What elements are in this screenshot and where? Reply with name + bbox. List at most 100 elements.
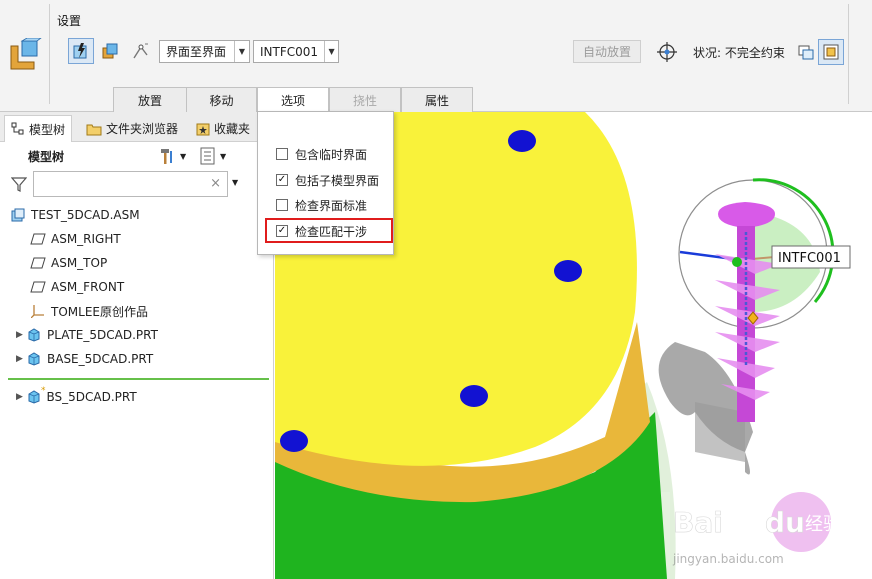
tab-favorites[interactable]: 收藏夹 (190, 115, 256, 142)
red-highlight-box (265, 218, 393, 243)
clear-icon[interactable]: × (210, 176, 221, 191)
svg-text:du: du (765, 506, 805, 539)
tab-label: 收藏夹 (214, 122, 251, 136)
watermark-url: jingyan.baidu.com (673, 552, 784, 566)
tab-label: 模型树 (29, 122, 66, 137)
constraint-lightning-icon (73, 43, 87, 59)
ribbon-separator (848, 4, 849, 104)
tree-item-datum[interactable]: ASM_RIGHT (30, 228, 121, 250)
model-tree-title: 模型树 (28, 150, 65, 164)
checkbox-unchecked[interactable] (276, 199, 288, 211)
assembly-window-icon (823, 44, 839, 60)
tab-placement[interactable]: 放置 (113, 87, 187, 112)
new-part-asterisk-icon: * (41, 386, 46, 396)
insert-here-line (8, 378, 269, 380)
filter-icon[interactable] (11, 176, 27, 192)
hole (280, 430, 308, 452)
window-icon (798, 45, 814, 60)
option-label: 检查界面标准 (295, 198, 368, 213)
auto-place-button[interactable]: 自动放置 (573, 40, 641, 63)
tree-item-label: BS_5DCAD.PRT (46, 390, 137, 404)
tree-item-label: ASM_RIGHT (51, 232, 121, 246)
interface-icon (102, 43, 118, 59)
tree-item-label: PLATE_5DCAD.PRT (47, 328, 158, 342)
connection-icon (133, 43, 148, 59)
chevron-down-icon[interactable]: ▼ (234, 41, 249, 62)
list-icon (200, 147, 215, 165)
interface-name-select[interactable]: INTFC001 ▼ (253, 40, 339, 63)
dragger-center-handle[interactable] (732, 257, 742, 267)
tab-move[interactable]: 移动 (186, 87, 257, 112)
option-include-submodel-interfaces[interactable]: ✓ 包括子模型界面 (276, 171, 379, 189)
tree-item-part[interactable]: ▶ BASE_5DCAD.PRT (16, 348, 153, 370)
option-include-temp-interfaces[interactable]: 包含临时界面 (276, 145, 367, 163)
chevron-down-icon[interactable]: ▼ (232, 178, 238, 187)
tab-folder-browser[interactable]: 文件夹浏览器 (80, 115, 184, 142)
svg-text:Bai: Bai (673, 506, 723, 539)
tree-item-label: ASM_FRONT (51, 280, 125, 294)
tab-flexibility[interactable]: 挠性 (329, 87, 401, 112)
constraint-status: 状况: 不完全约束 (693, 46, 785, 60)
tree-item-label: TEST_5DCAD.ASM (31, 208, 140, 222)
option-label: 包括子模型界面 (295, 173, 380, 188)
tree-item-label: BASE_5DCAD.PRT (47, 352, 154, 366)
chevron-down-icon: ▼ (220, 151, 227, 161)
hole (508, 130, 536, 152)
tab-options[interactable]: 选项 (257, 87, 329, 113)
datum-plane-icon (30, 279, 46, 295)
part-icon (26, 327, 42, 343)
assembly-constraint-icon[interactable] (8, 37, 43, 72)
baidu-watermark: Bai du 经验 jingyan.baidu.com (671, 492, 871, 572)
move-component-button[interactable] (654, 39, 680, 65)
separate-window-button[interactable] (793, 39, 819, 65)
folder-icon (86, 124, 102, 135)
hole (460, 385, 488, 407)
part-icon (26, 389, 42, 405)
tree-item-assembly[interactable]: TEST_5DCAD.ASM (10, 204, 140, 226)
chevron-down-icon: ▼ (180, 151, 187, 161)
tree-item-datum[interactable]: ASM_FRONT (30, 276, 124, 298)
constraint-type-value: 界面至界面 (166, 45, 227, 59)
tree-filter-input[interactable] (34, 172, 204, 196)
tree-item-datum[interactable]: ASM_TOP (30, 252, 107, 274)
assembly-window-button[interactable] (818, 39, 844, 65)
tree-filter-field[interactable]: × (33, 171, 228, 197)
hammer-icon (161, 149, 172, 164)
ribbon-separator (49, 4, 50, 104)
option-check-interface-criteria[interactable]: 检查界面标准 (276, 196, 367, 214)
user-defined-constraint-button[interactable] (68, 38, 94, 64)
interface-button[interactable] (97, 38, 123, 64)
tree-item-coordinate-system[interactable]: TOMLEE原创作品 (30, 300, 148, 322)
tab-properties[interactable]: 属性 (401, 87, 473, 112)
part-icon (26, 351, 42, 367)
interface-tag-label[interactable]: INTFC001 (778, 251, 841, 266)
model-tree-panel: 模型树 文件夹浏览器 收藏夹 模型树 ▼ ▼ × ▼ TEST_5DCAD.AS… (0, 112, 274, 579)
tree-item-label: ASM_TOP (51, 256, 108, 270)
tree-item-label: TOMLEE原创作品 (51, 304, 148, 319)
mechanism-connection-button[interactable] (128, 38, 154, 64)
move-crosshair-icon (657, 42, 677, 62)
datum-plane-icon (30, 231, 46, 247)
settings-group-title: 设置 (57, 14, 82, 28)
expand-icon[interactable]: ▶ (16, 392, 26, 402)
svg-text:经验: 经验 (805, 514, 841, 535)
coordinate-system-icon (30, 303, 46, 319)
chevron-down-icon[interactable]: ▼ (324, 41, 338, 62)
expand-icon[interactable]: ▶ (16, 330, 26, 340)
constraint-type-select[interactable]: 界面至界面 ▼ (159, 40, 250, 63)
tree-item-part-new[interactable]: ▶ * BS_5DCAD.PRT (16, 386, 137, 408)
tab-label: 文件夹浏览器 (106, 122, 179, 136)
ribbon: 设置 界面至界面 ▼ INTFC001 ▼ 自动放置 状况: 不完全约束 放置 … (0, 0, 872, 113)
datum-plane-icon (30, 255, 46, 271)
assembly-icon (10, 207, 26, 223)
panel-tabs: 模型树 文件夹浏览器 收藏夹 (0, 112, 274, 142)
show-dropdown-button[interactable]: ▼ (199, 145, 233, 167)
checkbox-checked[interactable]: ✓ (276, 174, 288, 186)
checkbox-unchecked[interactable] (276, 148, 288, 160)
expand-icon[interactable]: ▶ (16, 354, 26, 364)
tab-model-tree[interactable]: 模型树 (4, 115, 73, 142)
interface-name-value: INTFC001 (260, 44, 319, 59)
settings-dropdown-button[interactable]: ▼ (157, 145, 191, 167)
tree-icon (11, 122, 24, 135)
tree-item-part[interactable]: ▶ PLATE_5DCAD.PRT (16, 324, 158, 346)
